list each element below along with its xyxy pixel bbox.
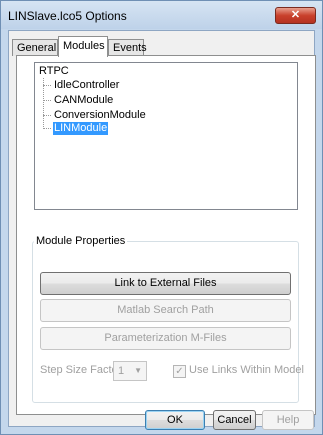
tree-root-rtpc[interactable]: RTPC: [39, 65, 69, 77]
ok-button-label: OK: [167, 414, 183, 426]
tab-modules[interactable]: Modules: [58, 36, 108, 57]
matlab-search-path-button[interactable]: Matlab Search Path: [40, 299, 291, 322]
tree-branch-line: [43, 128, 51, 129]
tab-general[interactable]: General: [12, 39, 58, 56]
help-button-label: Help: [276, 414, 300, 426]
module-tree[interactable]: RTPC IdleController CANModule Conversion…: [34, 62, 298, 210]
module-properties-legend: Module Properties: [34, 235, 128, 247]
options-dialog: LINSlave.lco5 Options ✕ General Modules …: [0, 0, 323, 435]
tree-item-label: CANModule: [54, 94, 114, 106]
matlab-search-path-label: Matlab Search Path: [117, 304, 214, 316]
cancel-button-label: Cancel: [217, 414, 252, 426]
checkmark-icon: ✓: [175, 366, 184, 377]
link-external-files-label: Link to External Files: [114, 277, 217, 289]
tab-general-label: General: [17, 42, 57, 54]
tree-branch-line: [43, 85, 51, 86]
chevron-down-icon: ▼: [134, 366, 142, 375]
tree-branch-line: [43, 100, 51, 101]
module-properties-group: [32, 241, 299, 403]
step-size-factor-value: 1: [118, 365, 125, 377]
window-title: LINSlave.lco5 Options: [8, 9, 127, 23]
parameterization-mfiles-label: Parameterization M-Files: [104, 332, 227, 344]
tab-events[interactable]: Events: [108, 39, 147, 56]
tab-events-label: Events: [113, 42, 147, 54]
ok-button[interactable]: OK: [145, 410, 205, 430]
parameterization-mfiles-button[interactable]: Parameterization M-Files: [40, 327, 291, 350]
tree-item-label: ConversionModule: [54, 109, 146, 121]
close-button[interactable]: ✕: [275, 7, 316, 24]
step-size-factor-label: Step Size Factor: [40, 364, 122, 376]
use-links-label: Use Links Within Model: [189, 364, 304, 376]
use-links-checkbox[interactable]: ✓: [173, 365, 186, 378]
help-button[interactable]: Help: [262, 410, 314, 430]
step-size-factor-dropdown[interactable]: 1 ▼: [113, 361, 147, 381]
tree-item-label: IdleController: [54, 79, 120, 91]
title-bar[interactable]: LINSlave.lco5 Options ✕: [1, 1, 322, 29]
close-icon: ✕: [290, 9, 301, 21]
tab-modules-label: Modules: [63, 40, 105, 52]
link-external-files-button[interactable]: Link to External Files: [40, 272, 291, 295]
tree-branch-line: [43, 115, 51, 116]
tree-item-label: LINModule: [53, 122, 109, 135]
cancel-button[interactable]: Cancel: [213, 410, 256, 430]
